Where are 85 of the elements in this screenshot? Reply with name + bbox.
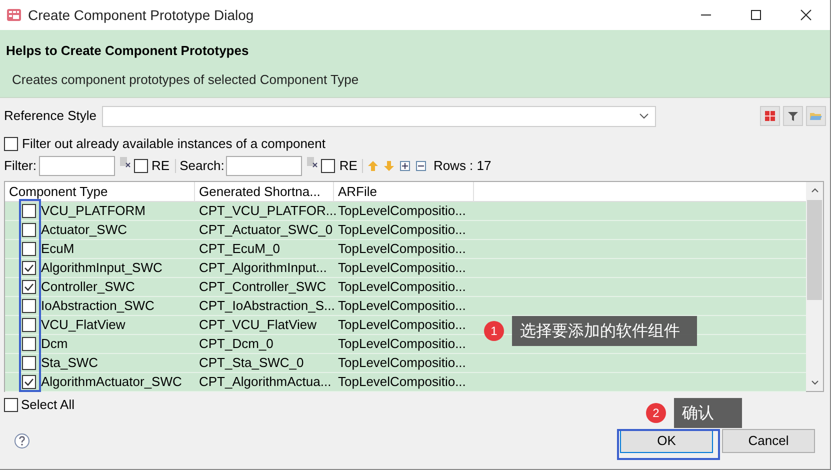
table-cell-text: CPT_VCU_FlatView — [199, 316, 317, 334]
search-field[interactable] — [226, 156, 302, 176]
table-cell-text: TopLevelCompositio... — [338, 335, 466, 354]
clear-icon[interactable] — [118, 156, 130, 168]
callout-tooltip: 选择要添加的软件组件 — [512, 316, 697, 346]
header-title: Helps to Create Component Prototypes — [6, 42, 250, 60]
checkbox[interactable] — [22, 356, 36, 370]
checkbox[interactable] — [22, 318, 36, 332]
help-icon[interactable] — [14, 433, 30, 449]
checkbox[interactable] — [4, 398, 18, 412]
table-cell-text: TopLevelCompositio... — [338, 259, 466, 278]
table-row[interactable]: AlgorithmActuator_SWC CPT_AlgorithmActua... TopLevelCompositio... — [5, 373, 806, 392]
checkbox[interactable] — [321, 159, 336, 173]
cancel-button[interactable]: Cancel — [722, 429, 815, 453]
filter-button[interactable] — [783, 106, 803, 126]
step-badge: 2 — [646, 403, 666, 423]
checkbox[interactable] — [22, 242, 36, 256]
table-cell-text: Actuator_SWC — [41, 221, 127, 240]
close-icon[interactable] — [798, 7, 814, 23]
checkbox[interactable] — [22, 299, 36, 313]
filter-field[interactable] — [38, 156, 114, 176]
table-cell-text: CPT_Dcm_0 — [199, 335, 274, 354]
table-cell-text: CPT_IoAbstraction_S... — [199, 297, 335, 316]
checkbox[interactable] — [22, 261, 36, 275]
expand-icon[interactable] — [399, 160, 412, 172]
checkbox-label: Select All — [21, 396, 74, 414]
table-cell-text: EcuM — [41, 240, 74, 258]
field-label: Reference Style — [4, 107, 96, 126]
table-cell-text: CPT_Sta_SWC_0 — [199, 354, 304, 372]
checkbox[interactable] — [22, 280, 36, 294]
grid-icon — [762, 108, 778, 124]
table-row[interactable]: Controller_SWC CPT_Controller_SWC TopLevelCompositio... — [5, 278, 806, 297]
table-cell-text: TopLevelCompositio... — [338, 297, 466, 316]
table-cell-text: TopLevelCompositio... — [338, 278, 466, 296]
table-cell-text: AlgorithmInput_SWC — [41, 259, 162, 278]
checkbox[interactable] — [134, 159, 148, 173]
table-cell-text: CPT_AlgorithmInput... — [199, 259, 327, 278]
field-label: Search: — [180, 157, 224, 176]
table-cell-text: TopLevelCompositio... — [338, 240, 466, 258]
check-icon — [24, 377, 34, 387]
table-cell-text: AlgorithmActuator_SWC — [41, 373, 182, 392]
table-cell-text: CPT_AlgorithmActua... — [199, 373, 332, 392]
checkbox[interactable] — [22, 337, 36, 351]
table-row[interactable]: EcuM CPT_EcuM_0 TopLevelCompositio... — [5, 240, 806, 259]
field-label: Filter: — [4, 157, 36, 176]
table-row[interactable]: IoAbstraction_SWC CPT_IoAbstraction_S... TopLevelCompositio... — [5, 297, 806, 316]
table-cell-text: Sta_SWC — [41, 354, 98, 372]
scrollbar[interactable] — [806, 182, 823, 391]
table-cell-text: CPT_VCU_PLATFOR... — [199, 202, 337, 220]
table-row[interactable]: AlgorithmInput_SWC CPT_AlgorithmInput... TopLevelCompositio... — [5, 259, 806, 278]
table-cell-text: TopLevelCompositio... — [338, 316, 466, 334]
table-cell-text: TopLevelCompositio... — [338, 373, 466, 392]
checkbox[interactable] — [22, 223, 36, 237]
table-cell-text: Controller_SWC — [41, 278, 135, 296]
callout-tooltip: 确认 — [674, 398, 742, 428]
table-cell-text: TopLevelCompositio... — [338, 354, 466, 372]
checkbox[interactable] — [22, 204, 36, 218]
collapse-icon[interactable] — [415, 160, 428, 172]
table-cell-text: CPT_Controller_SWC — [199, 278, 326, 296]
header-description: Creates component prototypes of selected Component Type — [12, 70, 360, 89]
checkbox-label: Filter out already available instances of a component — [22, 135, 326, 154]
app-icon — [6, 7, 22, 23]
table-cell-text: TopLevelCompositio... — [338, 202, 466, 220]
checkbox-label: RE — [152, 157, 170, 176]
table-row[interactable]: Actuator_SWC CPT_Actuator_SWC_0 TopLevelCompositio... — [5, 221, 806, 240]
checkbox-label: RE — [339, 157, 358, 176]
ok-button[interactable]: OK — [620, 429, 713, 453]
table-cell-text: TopLevelCompositio... — [338, 221, 466, 240]
table-cell-text: Dcm — [41, 335, 68, 354]
table-cell-text: IoAbstraction_SWC — [41, 297, 154, 316]
chevron-down-icon — [638, 111, 648, 121]
table-cell-text: CPT_Actuator_SWC_0 — [199, 221, 333, 240]
grid-button[interactable] — [760, 106, 780, 126]
maximize-icon[interactable] — [748, 7, 764, 23]
table-row[interactable]: VCU_PLATFORM CPT_VCU_PLATFOR...TopLevelCompositio... — [5, 202, 806, 221]
table-cell-text: VCU_FlatView — [41, 316, 126, 334]
window-title: Create Component Prototype Dialog — [28, 6, 254, 25]
clear-icon[interactable] — [306, 156, 318, 168]
checkbox[interactable] — [22, 375, 36, 389]
table-row[interactable]: Sta_SWC CPT_Sta_SWC_0 TopLevelCompositio... — [5, 354, 806, 373]
checkbox[interactable] — [4, 137, 18, 151]
table-cell-text: CPT_EcuM_0 — [199, 240, 280, 258]
rows-count: Rows : 17 — [433, 157, 492, 176]
table-cell-text: VCU_PLATFORM — [41, 202, 146, 220]
scrollbar-thumb[interactable] — [807, 200, 822, 300]
